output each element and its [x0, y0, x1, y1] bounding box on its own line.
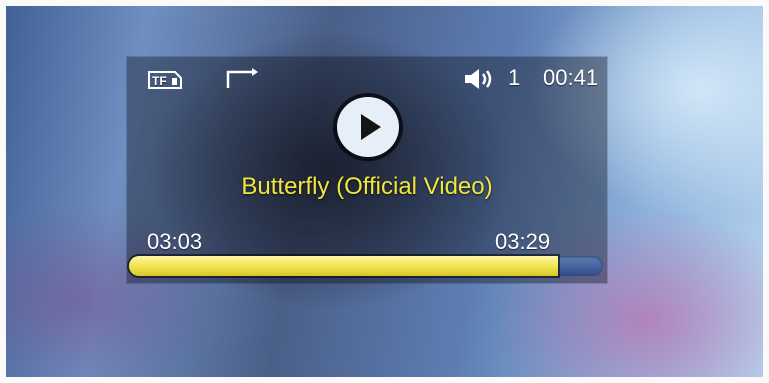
tf-card-icon: TF: [147, 70, 183, 90]
progress-bar[interactable]: [129, 256, 603, 276]
clock: 00:41: [543, 65, 599, 90]
volume-level: 1: [508, 65, 521, 90]
player-overlay-panel: TF 1 00:41 Butterfly (Official Video) 03…: [127, 57, 607, 283]
play-icon: [361, 114, 381, 140]
svg-text:TF: TF: [152, 74, 167, 88]
total-time: 03:29: [495, 229, 551, 254]
repeat-icon[interactable]: [225, 67, 261, 89]
elapsed-time: 03:03: [147, 229, 203, 254]
play-button[interactable]: [337, 97, 399, 157]
track-title: Butterfly (Official Video): [241, 173, 493, 200]
progress-bar-fill: [129, 256, 558, 276]
video-player-screen: TF 1 00:41 Butterfly (Official Video) 03…: [0, 0, 769, 383]
speaker-icon[interactable]: [463, 67, 495, 91]
